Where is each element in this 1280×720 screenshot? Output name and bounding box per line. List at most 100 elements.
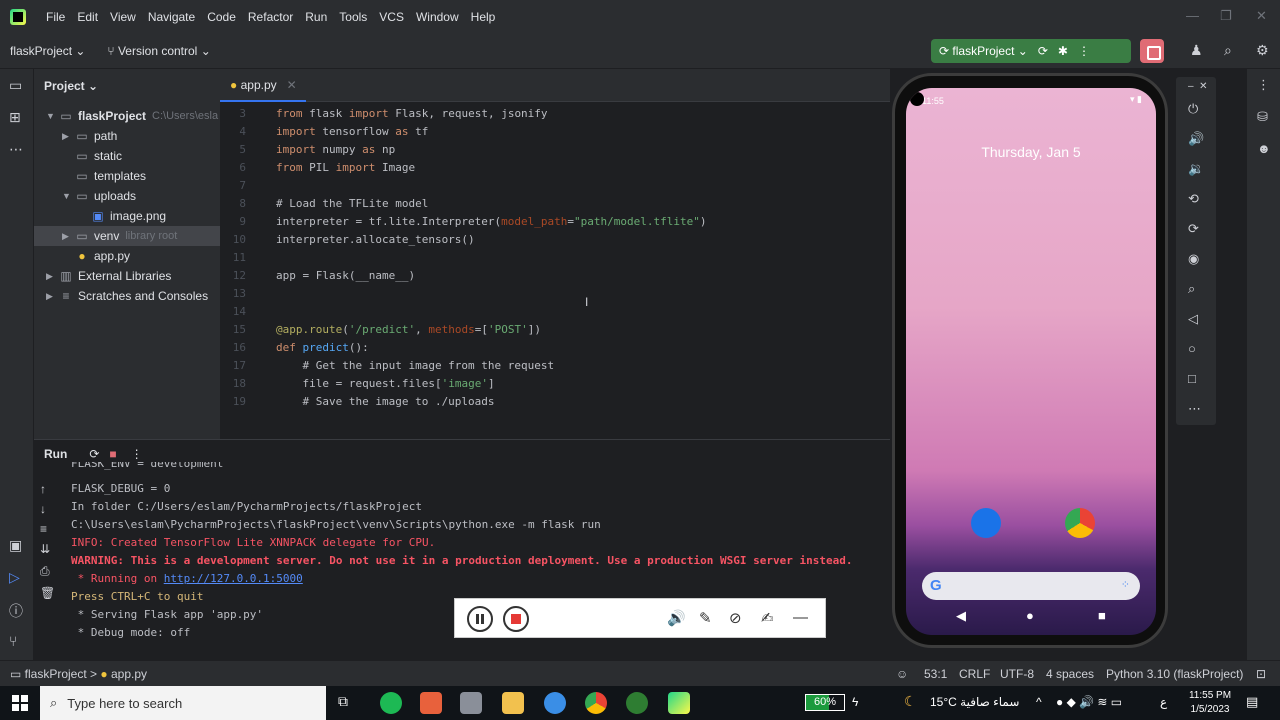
- maximize-icon[interactable]: ❐: [1220, 8, 1232, 24]
- user-icon[interactable]: ♟: [1190, 42, 1203, 59]
- run-tab[interactable]: Run: [44, 447, 67, 461]
- minimize-recorder-icon[interactable]: —: [793, 609, 808, 626]
- rerun-icon[interactable]: ⟳: [89, 447, 99, 461]
- stop-icon[interactable]: ■: [109, 447, 116, 461]
- project-selector[interactable]: flaskProject ⌄: [10, 44, 85, 58]
- battery-indicator[interactable]: 60%: [805, 694, 845, 711]
- menu-window[interactable]: Window: [410, 10, 465, 24]
- ai-assistant-icon[interactable]: ☺: [896, 667, 908, 681]
- database-icon[interactable]: ⛁: [1257, 109, 1268, 125]
- tray-overflow-icon[interactable]: ^: [1036, 695, 1042, 709]
- google-search-bar[interactable]: G ⁘: [922, 572, 1140, 600]
- structure-icon[interactable]: ⊞: [9, 109, 21, 126]
- menu-refactor[interactable]: Refactor: [242, 10, 299, 24]
- menu-view[interactable]: View: [104, 10, 142, 24]
- recents-nav-icon[interactable]: ■: [1098, 608, 1106, 623]
- project-folder-icon[interactable]: ▭: [9, 77, 22, 94]
- app-icon-green[interactable]: [626, 692, 648, 714]
- app-icon-blue[interactable]: [544, 692, 566, 714]
- assistant-icon[interactable]: ⁘: [1121, 578, 1130, 591]
- trash-icon[interactable]: 🗑: [40, 586, 55, 600]
- pen-icon[interactable]: ✍: [761, 609, 774, 627]
- soft-wrap-icon[interactable]: ≡: [40, 522, 47, 536]
- lock-icon[interactable]: ⊡: [1256, 667, 1266, 681]
- stop-recording-button[interactable]: [503, 606, 529, 632]
- plugins-icon[interactable]: ☻: [1257, 141, 1271, 156]
- rotate-left-icon[interactable]: ⟲: [1188, 191, 1199, 207]
- tray-icons[interactable]: ● ◆ 🔊 ≋ ▭: [1056, 695, 1122, 709]
- rotate-right-icon[interactable]: ⟳: [1188, 221, 1199, 237]
- zoom-icon[interactable]: ⌕: [1188, 281, 1195, 297]
- tree-item-image-png[interactable]: ▣ image.png: [34, 206, 220, 226]
- project-panel-title[interactable]: Project ⌄: [44, 79, 98, 93]
- home-icon[interactable]: ○: [1188, 341, 1196, 356]
- menu-vcs[interactable]: VCS: [373, 10, 410, 24]
- messages-app-icon[interactable]: [971, 508, 1001, 538]
- menu-file[interactable]: File: [40, 10, 71, 24]
- menu-run[interactable]: Run: [299, 10, 333, 24]
- emulator-window-controls[interactable]: – ✕: [1188, 81, 1208, 92]
- tree-root-flaskproject[interactable]: ▼ ▭ flaskProject C:\Users\esla: [34, 106, 220, 126]
- tree-item-venv[interactable]: ▶ ▭ venv library root: [34, 226, 220, 246]
- weather-moon-icon[interactable]: ☾: [904, 693, 917, 710]
- volume-down-icon[interactable]: 🔉: [1188, 161, 1204, 177]
- back-nav-icon[interactable]: ◀: [956, 608, 966, 624]
- more-tools-icon[interactable]: ⋯: [9, 141, 23, 158]
- chrome-taskbar-icon[interactable]: [585, 692, 607, 714]
- line-separator[interactable]: CRLF: [959, 667, 990, 681]
- debug-icon[interactable]: ✱: [1058, 44, 1068, 58]
- menu-navigate[interactable]: Navigate: [142, 10, 201, 24]
- print-icon[interactable]: ⎙: [40, 564, 50, 579]
- phone-screen[interactable]: 11:55 ▾ ▮ Thursday, Jan 5 G ⁘ ◀ ● ■: [906, 88, 1156, 635]
- screenshot-camera-icon[interactable]: ◉: [1188, 251, 1199, 267]
- pycharm-taskbar-icon[interactable]: [668, 692, 690, 714]
- stop-button[interactable]: [1140, 39, 1164, 63]
- run-tool-icon[interactable]: ▷: [9, 569, 20, 586]
- tree-item-path[interactable]: ▶ ▭ path: [34, 126, 220, 146]
- tree-item-templates[interactable]: ▭ templates: [34, 166, 220, 186]
- tree-item-uploads[interactable]: ▼ ▭ uploads: [34, 186, 220, 206]
- back-icon[interactable]: ◁: [1188, 311, 1198, 327]
- spotify-app-icon[interactable]: [380, 692, 402, 714]
- scroll-to-end-icon[interactable]: ⇊: [40, 542, 50, 556]
- minimize-icon[interactable]: —: [1186, 8, 1199, 23]
- breadcrumb[interactable]: ▭ flaskProject > ● app.py: [10, 667, 147, 681]
- search-icon[interactable]: ⌕: [1224, 42, 1232, 59]
- more-icon[interactable]: ⋮: [131, 447, 143, 461]
- notifications-icon[interactable]: ▤: [1246, 694, 1258, 710]
- home-nav-icon[interactable]: ●: [1026, 608, 1034, 623]
- overview-icon[interactable]: □: [1188, 371, 1196, 386]
- caret-position[interactable]: 53:1: [924, 667, 947, 681]
- app-icon-gray[interactable]: [460, 692, 482, 714]
- task-view-icon[interactable]: ⧉: [338, 693, 348, 710]
- problems-icon[interactable]: ⓘ: [9, 601, 23, 621]
- indent-setting[interactable]: 4 spaces: [1046, 667, 1094, 681]
- more-icon[interactable]: ⋮: [1078, 44, 1090, 58]
- git-icon[interactable]: ⑂: [9, 633, 17, 649]
- camera-off-icon[interactable]: ⊘: [729, 609, 742, 627]
- code-editor[interactable]: ● app.py ✕ 3 from flask import Flask, req…: [220, 69, 890, 439]
- app-icon-orange[interactable]: [420, 692, 442, 714]
- close-tab-icon[interactable]: ✕: [287, 78, 297, 92]
- settings-gear-icon[interactable]: ⚙: [1256, 42, 1269, 59]
- tree-item-scratches[interactable]: ▶ ≡ Scratches and Consoles: [34, 286, 220, 306]
- volume-up-icon[interactable]: 🔊: [1188, 131, 1204, 147]
- weather-text[interactable]: 15°C سماء صافية: [930, 695, 1019, 709]
- windows-start-icon[interactable]: [12, 695, 28, 711]
- file-encoding[interactable]: UTF-8: [1000, 667, 1034, 681]
- mic-muted-icon[interactable]: ✎: [699, 609, 712, 627]
- menu-code[interactable]: Code: [201, 10, 242, 24]
- tree-item-static[interactable]: ▭ static: [34, 146, 220, 166]
- menu-help[interactable]: Help: [465, 10, 502, 24]
- tree-item-app-py[interactable]: ● app.py: [34, 246, 220, 266]
- python-interpreter[interactable]: Python 3.10 (flaskProject): [1106, 667, 1243, 681]
- chrome-app-icon[interactable]: [1065, 508, 1095, 538]
- close-icon[interactable]: ✕: [1256, 8, 1267, 24]
- tab-app-py[interactable]: ● app.py ✕: [220, 69, 306, 102]
- taskbar-clock[interactable]: 11:55 PM 1/5/2023: [1180, 689, 1240, 717]
- arrow-up-icon[interactable]: ↑: [40, 482, 46, 496]
- notifications-icon[interactable]: ⋮: [1257, 77, 1270, 93]
- menu-edit[interactable]: Edit: [71, 10, 104, 24]
- input-language[interactable]: ع: [1160, 695, 1167, 709]
- rerun-icon[interactable]: ⟳: [1038, 44, 1048, 58]
